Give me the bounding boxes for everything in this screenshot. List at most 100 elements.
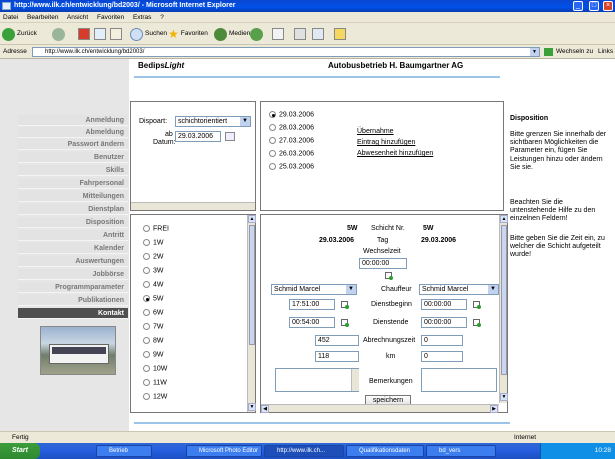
detail-vscroll[interactable]: ▲ ▼	[499, 215, 508, 403]
scroll-down-icon[interactable]: ▼	[248, 403, 256, 411]
nav-anmeldung[interactable]: Anmeldung	[18, 115, 128, 126]
go-arrow-icon[interactable]	[544, 48, 553, 56]
scroll-right-icon[interactable]: ▶	[490, 405, 498, 413]
abrechnungszeit-left-input[interactable]: 452	[315, 335, 359, 346]
stop-button[interactable]	[78, 27, 90, 41]
menu-bearbeiten[interactable]: Bearbeiten	[27, 14, 58, 21]
search-button[interactable]: Suchen	[130, 27, 167, 41]
chauffeur-right-select[interactable]: Schmid Marcel ▼	[419, 284, 499, 295]
minimize-button[interactable]: _	[573, 1, 583, 11]
refresh-button[interactable]	[94, 27, 106, 41]
shift-option[interactable]: FREI	[143, 225, 169, 232]
forward-button[interactable]	[52, 27, 65, 41]
history-button[interactable]	[250, 27, 263, 41]
detail-hscroll[interactable]: ◀ ▶	[261, 404, 499, 413]
nav-kalender[interactable]: Kalender	[18, 243, 128, 254]
copy-icon[interactable]	[341, 319, 350, 328]
nav-benutzer[interactable]: Benutzer	[18, 152, 128, 163]
task-ie[interactable]: http://www.ilk.ch...	[264, 445, 344, 457]
links-label[interactable]: Links	[598, 45, 613, 59]
scroll-thumb[interactable]	[501, 225, 507, 375]
nav-jobboerse[interactable]: Jobbörse	[18, 269, 128, 280]
nav-fahrpersonal[interactable]: Fahrpersonal	[18, 178, 128, 189]
nav-abmeldung[interactable]: Abmeldung	[18, 127, 128, 138]
nav-disposition[interactable]: Disposition	[18, 217, 128, 228]
print-button[interactable]	[294, 27, 306, 41]
close-button[interactable]: ×	[603, 1, 613, 11]
dienstende-right-input[interactable]: 00:00:00	[421, 317, 467, 328]
add-entry-link[interactable]: Eintrag hinzufügen	[357, 139, 415, 146]
nav-auswertungen[interactable]: Auswertungen	[18, 256, 128, 267]
date-option[interactable]: 25.03.2006	[269, 163, 314, 170]
menu-favoriten[interactable]: Favoriten	[97, 14, 124, 21]
back-button[interactable]: Zurück	[2, 27, 37, 41]
scroll-up-icon[interactable]: ▲	[500, 215, 508, 223]
shift-option[interactable]: 10W	[143, 365, 167, 372]
calendar-icon[interactable]	[225, 132, 235, 141]
address-dropdown-icon[interactable]: ▼	[530, 48, 539, 56]
favorites-button[interactable]: ★ Favoriten	[168, 27, 208, 41]
date-option[interactable]: 27.03.2006	[269, 137, 314, 144]
mail-button[interactable]	[272, 27, 284, 41]
shift-option[interactable]: 1W	[143, 239, 164, 246]
dienstbeginn-right-input[interactable]: 00:00:00	[421, 299, 467, 310]
menu-extras[interactable]: Extras	[133, 14, 151, 21]
shift-option[interactable]: 7W	[143, 323, 164, 330]
date-option[interactable]: 29.03.2006	[269, 111, 314, 118]
task-photo-editor[interactable]: Microsoft Photo Editor	[186, 445, 262, 457]
copy-icon[interactable]	[341, 301, 350, 310]
shift-option[interactable]: 12W	[143, 393, 167, 400]
shift-option[interactable]: 9W	[143, 351, 164, 358]
chauffeur-left-select[interactable]: Schmid Marcel ▼	[271, 284, 357, 295]
edit-button[interactable]	[312, 27, 324, 41]
shift-option[interactable]: 11W	[143, 379, 167, 386]
scroll-up-icon[interactable]: ▲	[248, 215, 256, 223]
folder-button[interactable]	[334, 27, 346, 41]
start-button[interactable]: Start	[0, 443, 40, 459]
address-input[interactable]: http://www.ilk.ch/entwicklung/bd2003/	[32, 47, 540, 57]
menu-datei[interactable]: Datei	[3, 14, 18, 21]
nav-antritt[interactable]: Antritt	[18, 230, 128, 241]
task-bd-vers[interactable]: bd_vers	[426, 445, 496, 457]
nav-publikationen[interactable]: Publikationen	[18, 295, 128, 306]
shift-list-vscroll[interactable]: ▲ ▼	[247, 215, 256, 412]
date-option[interactable]: 26.03.2006	[269, 150, 314, 157]
media-button[interactable]: Medien	[214, 27, 250, 41]
nav-mitteilungen[interactable]: Mitteilungen	[18, 191, 128, 202]
nav-programmparameter[interactable]: Programmparameter	[18, 282, 128, 293]
shift-option[interactable]: 4W	[143, 281, 164, 288]
shift-option-selected[interactable]: 5W	[143, 295, 164, 302]
scroll-down-icon[interactable]: ▼	[500, 393, 508, 401]
copy-icon[interactable]	[473, 319, 482, 328]
date-input[interactable]: 29.03.2006	[175, 131, 221, 142]
date-option[interactable]: 28.03.2006	[269, 124, 314, 131]
shift-option[interactable]: 8W	[143, 337, 164, 344]
shift-option[interactable]: 3W	[143, 267, 164, 274]
abrechnungszeit-right-input[interactable]: 0	[421, 335, 463, 346]
dispoart-select[interactable]: schichtorientiert ▼	[175, 116, 251, 127]
menu-help[interactable]: ?	[160, 14, 164, 21]
km-right-input[interactable]: 0	[421, 351, 463, 362]
task-qualifikationsdaten[interactable]: Qualifikationsdaten	[346, 445, 424, 457]
shift-option[interactable]: 2W	[143, 253, 164, 260]
wechselzeit-input[interactable]: 00:00:00	[359, 258, 407, 269]
home-button[interactable]	[110, 27, 122, 41]
textarea-vscroll[interactable]	[351, 369, 359, 391]
nav-dienstplan[interactable]: Dienstplan	[18, 204, 128, 215]
uebernahme-link[interactable]: Übernahme	[357, 128, 394, 135]
scroll-thumb[interactable]	[249, 225, 255, 345]
km-left-input[interactable]: 118	[315, 351, 359, 362]
menu-ansicht[interactable]: Ansicht	[67, 14, 88, 21]
add-absence-link[interactable]: Abwesenheit hinzufügen	[357, 150, 433, 157]
bemerkungen-left-textarea[interactable]	[275, 368, 359, 392]
task-betrieb[interactable]: Betrieb	[96, 445, 152, 457]
go-button[interactable]: Wechseln zu	[556, 45, 593, 59]
nav-kontakt[interactable]: Kontakt	[18, 308, 128, 319]
scroll-left-icon[interactable]: ◀	[261, 405, 269, 413]
dienstbeginn-left-input[interactable]: 17:51:00	[289, 299, 335, 310]
copy-icon[interactable]	[385, 272, 394, 281]
nav-passwort[interactable]: Passwort ändern	[18, 139, 128, 150]
nav-skills[interactable]: Skills	[18, 165, 128, 176]
maximize-button[interactable]: □	[589, 1, 599, 11]
shift-option[interactable]: 6W	[143, 309, 164, 316]
